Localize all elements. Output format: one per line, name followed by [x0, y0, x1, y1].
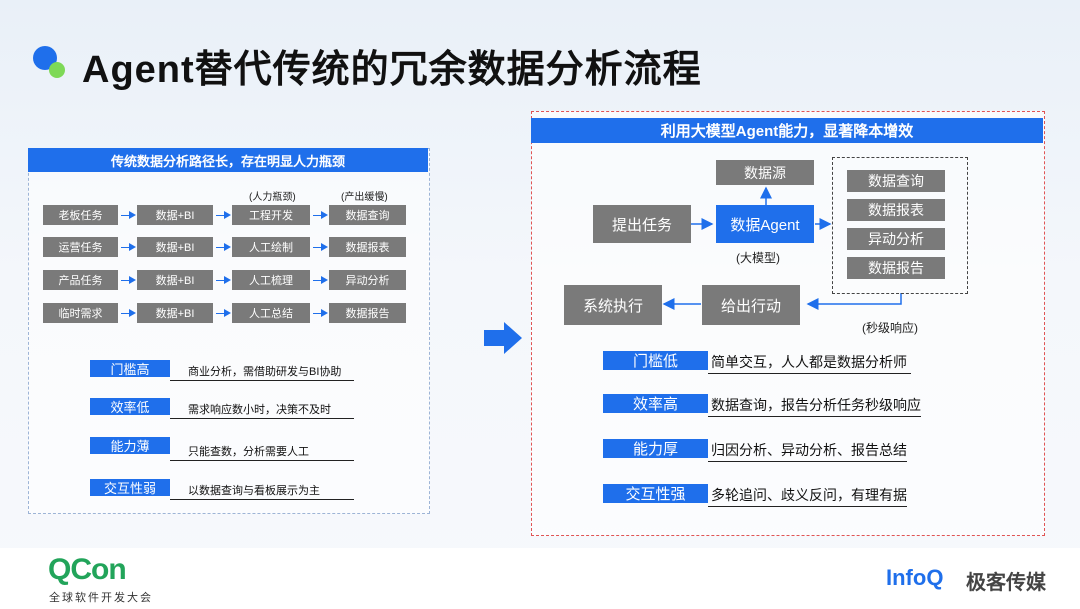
qcon-logo: QCon	[48, 553, 127, 586]
system-execute-box: 系统执行	[564, 285, 662, 325]
flow-arrow-icon	[313, 211, 328, 219]
flow-step-task: 产品任务	[43, 270, 118, 290]
flow-step-output: 数据查询	[329, 205, 406, 225]
issue-badge: 能力薄	[90, 437, 170, 454]
agent-model-note: (大模型)	[736, 251, 780, 265]
flow-step-bi: 数据+BI	[137, 303, 213, 323]
benefit-description: 归因分析、异动分析、报告总结	[708, 440, 907, 462]
issue-description: 商业分析，需借助研发与BI协助	[170, 363, 354, 381]
flow-step-manual: 人工梳理	[232, 270, 310, 290]
flow-arrow-icon	[313, 243, 328, 251]
infoq-logo: InfoQ	[886, 565, 944, 590]
flow-step-task: 临时需求	[43, 303, 118, 323]
flow-arrow-icon	[216, 211, 231, 219]
give-action-box: 给出行动	[702, 285, 800, 325]
flow-step-manual: 工程开发	[232, 205, 310, 225]
benefit-badge: 效率高	[603, 394, 708, 413]
issue-badge: 效率低	[90, 398, 170, 415]
flow-arrow-icon	[216, 309, 231, 317]
benefit-description: 多轮追问、歧义反问，有理有据	[708, 485, 907, 507]
infoq-subtitle: 极客传媒	[966, 572, 1046, 594]
flow-step-task: 老板任务	[43, 205, 118, 225]
flow-step-output: 数据报表	[329, 237, 406, 257]
flow-arrow-icon	[121, 243, 136, 251]
issue-badge: 门槛高	[90, 360, 170, 377]
flow-step-output: 异动分析	[329, 270, 406, 290]
qcon-subtitle: 全球软件开发大会	[49, 592, 153, 604]
agent-flow-header: 利用大模型Agent能力，显著降本增效	[531, 118, 1043, 143]
benefit-description: 简单交互，人人都是数据分析师	[708, 352, 911, 374]
traditional-flow-header: 传统数据分析路径长，存在明显人力瓶颈	[28, 148, 428, 172]
output-data-report: 数据报告	[847, 257, 945, 279]
output-data-query: 数据查询	[847, 170, 945, 192]
submit-task-box: 提出任务	[593, 205, 691, 243]
benefit-badge: 门槛低	[603, 351, 708, 370]
flow-step-manual: 人工绘制	[232, 237, 310, 257]
flow-arrow-icon	[121, 309, 136, 317]
issue-description: 需求响应数小时，决策不及时	[170, 401, 354, 419]
output-anomaly-analysis: 异动分析	[847, 228, 945, 250]
flow-step-bi: 数据+BI	[137, 237, 213, 257]
flow-arrow-icon	[121, 276, 136, 284]
flow-arrow-icon	[313, 309, 328, 317]
flow-step-manual: 人工总结	[232, 303, 310, 323]
flow-arrow-icon	[216, 243, 231, 251]
benefit-description: 数据查询，报告分析任务秒级响应	[708, 395, 921, 417]
flow-arrow-icon	[121, 211, 136, 219]
issue-description: 以数据查询与看板展示为主	[170, 482, 354, 500]
data-agent-box: 数据Agent	[716, 205, 814, 243]
page-title: Agent替代传统的冗余数据分析流程	[82, 49, 702, 91]
bottleneck-note: (人力瓶颈)	[249, 192, 296, 203]
flow-step-output: 数据报告	[329, 303, 406, 323]
flow-arrow-icon	[313, 276, 328, 284]
benefit-badge: 交互性强	[603, 484, 708, 503]
transition-arrow-icon	[484, 322, 522, 354]
title-bullet-accent-icon	[49, 62, 65, 78]
issue-badge: 交互性弱	[90, 479, 170, 496]
slow-output-note: (产出缓慢)	[341, 192, 388, 203]
flow-arrow-icon	[216, 276, 231, 284]
flow-step-task: 运营任务	[43, 237, 118, 257]
output-data-report-table: 数据报表	[847, 199, 945, 221]
response-speed-note: (秒级响应)	[862, 321, 918, 335]
data-source-box: 数据源	[716, 160, 814, 185]
issue-description: 只能查数，分析需要人工	[170, 443, 354, 461]
flow-step-bi: 数据+BI	[137, 205, 213, 225]
benefit-badge: 能力厚	[603, 439, 708, 458]
flow-step-bi: 数据+BI	[137, 270, 213, 290]
